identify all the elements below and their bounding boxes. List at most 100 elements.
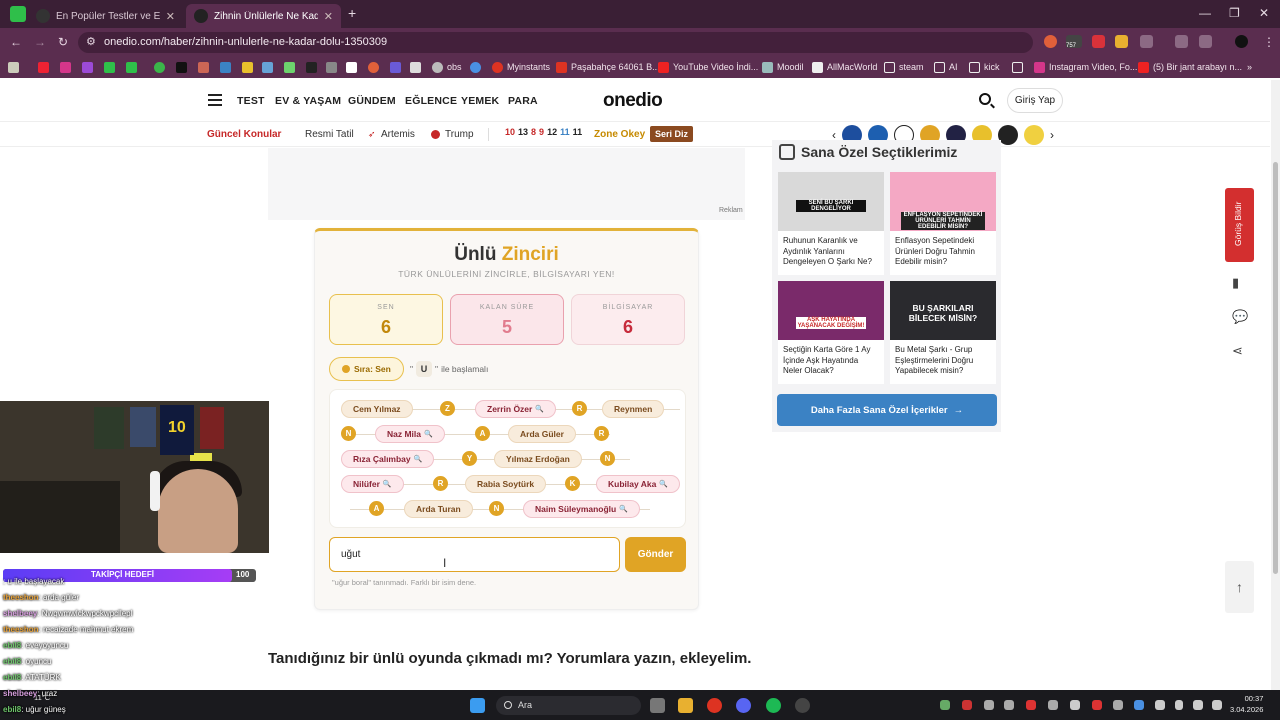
tray-icon[interactable] [1113,700,1123,710]
bookmark-youtube-downloader[interactable]: YouTube Video İndi... [658,60,758,74]
bookmark-icon[interactable] [126,60,137,74]
scrollbar-thumb[interactable] [1273,162,1278,574]
bookmark-allmacworld[interactable]: AllMacWorld [812,60,877,74]
nav-yemek[interactable]: YEMEK [461,95,499,107]
wifi-icon[interactable] [1193,700,1203,710]
more-recommendations-button[interactable]: Daha Fazla Sana Özel İçerikler → [777,394,997,426]
chevron-right-icon[interactable]: › [1050,128,1054,142]
bookmark-icon[interactable] [284,60,295,74]
topic-artemis[interactable]: Artemis [381,129,415,140]
seri-diz-link[interactable]: Seri Diz [650,126,694,142]
extension-icon[interactable] [1175,35,1188,48]
apps-grid-icon[interactable] [8,60,19,74]
bookmark-pasabahce[interactable]: Paşabahçe 64061 B... [556,60,660,74]
recommendation-card[interactable]: ENFLASYON SEPETİNDEKİ ÜRÜNLERİ TAHMİN ED… [890,172,996,275]
extension-icon[interactable] [1199,35,1212,48]
tray-icon[interactable] [1048,700,1058,710]
comments-icon[interactable]: 💬 [1232,309,1248,325]
taskbar-search[interactable]: Ara [496,696,641,715]
spotify-icon[interactable] [766,698,781,713]
microphone-icon[interactable] [1175,700,1183,710]
bookmark-icon[interactable] [346,60,357,74]
extension-icon[interactable] [1115,35,1128,48]
recommendation-card[interactable]: AŞK HAYATINDA YAŞANACAK DEĞİŞİM! Seçtiği… [778,281,884,384]
reload-icon[interactable]: ↻ [58,35,68,49]
nav-test[interactable]: TEST [237,95,265,107]
bookmark-icon[interactable] [82,60,93,74]
bookmark-icon[interactable] [176,60,187,74]
bookmark-icon[interactable] [306,60,317,74]
send-button[interactable]: Gönder [625,537,686,572]
bookmark-instagram[interactable]: Instagram Video, Fo... [1034,60,1137,74]
topic-resmi-tatil[interactable]: Resmi Tatil [305,129,354,140]
bookmark-icon[interactable] [104,60,115,74]
address-bar[interactable]: ⚙ onedio.com/haber/zihnin-unlulerle-ne-k… [78,32,1033,53]
tab-current[interactable]: Zihnin Ünlülerle Ne Kadar Dolu... ✕ [186,4,341,28]
new-tab-icon[interactable]: + [348,5,356,21]
file-explorer-icon[interactable] [678,698,693,713]
extension-icon[interactable] [1092,35,1105,48]
nav-ev-yasam[interactable]: EV & YAŞAM [275,95,341,107]
brand-logo[interactable] [1024,125,1044,145]
bookmark-icon[interactable] [242,60,253,74]
volume-icon[interactable] [1212,700,1222,710]
system-clock[interactable]: 00:37 3.04.2026 [1230,693,1263,715]
windows-start-icon[interactable] [470,698,485,713]
page-scrollbar[interactable] [1271,80,1280,690]
bookmark-moodil[interactable]: Moodil [762,60,804,74]
tab-popular-tests[interactable]: En Popüler Testler ve Eğlenceli... ✕ [28,4,183,28]
bookmark-icon[interactable] [60,60,71,74]
bookmark-icon[interactable] [262,60,273,74]
close-tab-icon[interactable]: ✕ [324,10,333,23]
recommendation-card[interactable]: BU ŞARKILARI BİLECEK MİSİN? Bu Metal Şar… [890,281,996,384]
close-window-icon[interactable]: ✕ [1259,6,1269,20]
bookmark-icon[interactable] [154,60,165,74]
tray-icon[interactable] [1026,700,1036,710]
bookmark-steam[interactable]: steam [884,60,924,74]
topic-trump[interactable]: Trump [445,129,474,140]
obs-icon[interactable] [795,698,810,713]
nav-gundem[interactable]: GÜNDEM [348,95,396,107]
tray-icon[interactable] [1155,700,1165,710]
forward-icon[interactable]: → [34,35,46,49]
tray-icon[interactable] [1092,700,1102,710]
search-icon[interactable] [979,93,991,105]
login-button[interactable]: Giriş Yap [1007,88,1063,113]
search-icon[interactable]: 🔍 [535,405,544,413]
site-info-icon[interactable]: ⚙ [86,35,96,48]
recommendation-card[interactable]: SENİ BU ŞARKI DENGELİYOR Ruhunun Karanlı… [778,172,884,275]
guess-input[interactable]: uğut I [329,537,620,572]
brand-logo[interactable] [998,125,1018,145]
back-icon[interactable]: ← [10,35,22,49]
tray-icon[interactable] [984,700,994,710]
bookmark-kick[interactable]: kick [969,60,1000,74]
menu-icon[interactable] [208,94,222,106]
nav-para[interactable]: PARA [508,95,538,107]
more-bookmarks-icon[interactable]: » [1247,60,1252,74]
bookmark-icon[interactable] [368,60,379,74]
tray-icon[interactable] [940,700,950,710]
search-icon[interactable]: 🔍 [659,480,668,488]
minimize-icon[interactable]: — [1199,6,1211,20]
bookmark-icon[interactable] [470,60,481,74]
profile-avatar[interactable] [1235,35,1248,48]
bookmark-icon[interactable]: ▮ [1232,275,1239,291]
extension-icon[interactable] [1044,35,1057,48]
search-icon[interactable]: 🔍 [619,505,628,513]
bookmark-icon[interactable] [198,60,209,74]
extensions-puzzle-icon[interactable] [1140,35,1153,48]
search-icon[interactable]: 🔍 [414,455,423,463]
nav-eglence[interactable]: EĞLENCE [405,95,457,107]
tray-icon[interactable] [1004,700,1014,710]
share-icon[interactable]: ⋖ [1232,343,1243,359]
bookmark-myinstants[interactable]: Myinstants [492,60,550,74]
maximize-icon[interactable]: ❐ [1229,6,1240,20]
browser-menu-icon[interactable]: ⋮ [1263,35,1275,49]
game-numbers[interactable]: 10 13 8 9 12 11 11 [505,127,582,137]
bookmark-youtube[interactable]: (5) Bir jant arabayı n... [1138,60,1242,74]
close-tab-icon[interactable]: ✕ [166,10,175,23]
chrome-icon[interactable] [707,698,722,713]
task-view-icon[interactable] [650,698,665,713]
scroll-to-top-button[interactable]: ↑ [1225,561,1254,613]
tray-icon[interactable] [962,700,972,710]
